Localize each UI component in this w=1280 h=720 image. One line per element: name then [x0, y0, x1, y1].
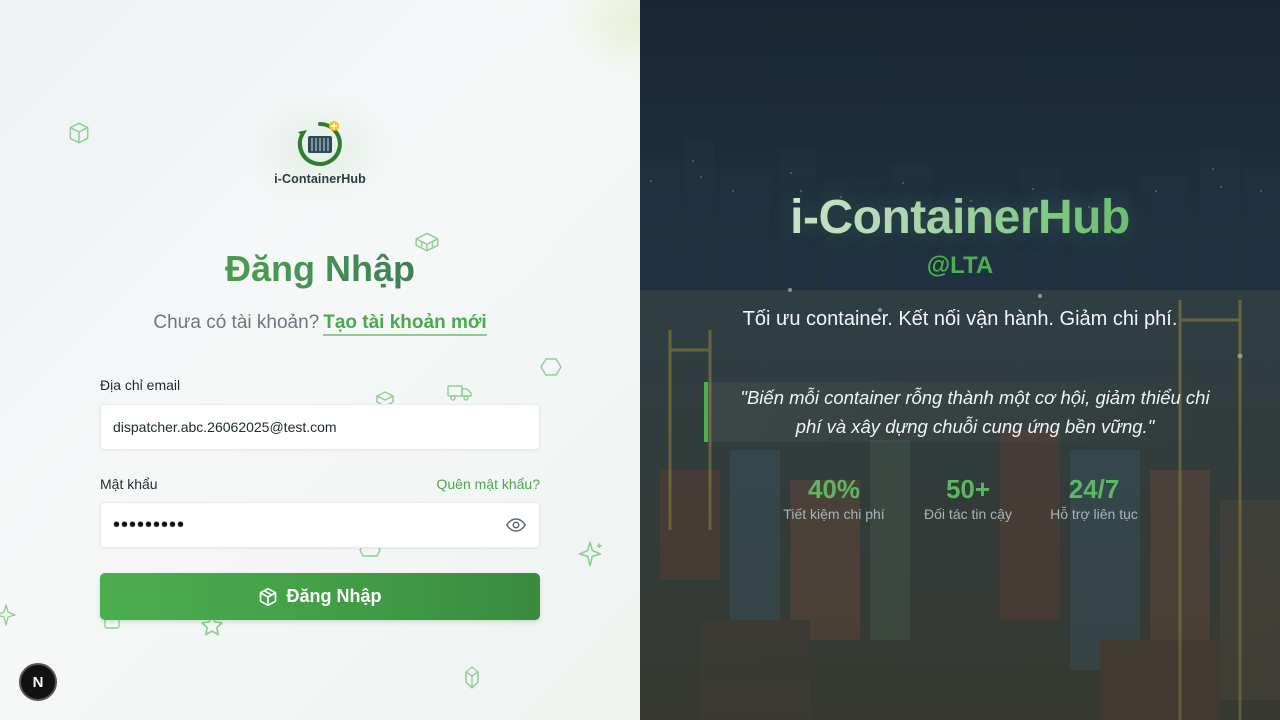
app-logo: i-ContainerHub: [240, 90, 400, 210]
hero-panel: i-ContainerHub @LTA Tối ưu container. Kế…: [640, 0, 1280, 720]
email-field-box: [100, 404, 540, 450]
sparkle-decor-icon: [578, 541, 602, 567]
dev-tools-badge[interactable]: N: [19, 663, 57, 701]
hero-overlay: [640, 0, 1280, 720]
stat-partners: 50+ Đối tác tin cậy: [918, 474, 1018, 522]
stat-label: Tiết kiệm chi phí: [783, 506, 885, 522]
create-account-link[interactable]: Tạo tài khoản mới: [323, 312, 487, 336]
package-icon: [260, 587, 277, 606]
stat-support: 24/7 Hỗ trợ liên tục: [1044, 474, 1144, 522]
email-label: Địa chỉ email: [100, 377, 181, 393]
logo-text: i-ContainerHub: [274, 172, 366, 186]
email-field[interactable]: [113, 419, 527, 435]
password-field-box: •••••••••: [100, 502, 540, 548]
stat-cost-savings: 40% Tiết kiệm chi phí: [778, 474, 890, 522]
hero-brand: i-ContainerHub: [640, 190, 1280, 245]
eye-icon[interactable]: [505, 514, 527, 536]
stat-value: 40%: [807, 474, 861, 504]
hero-brand-sub: @LTA: [926, 252, 994, 279]
login-button-label: Đăng Nhập: [286, 586, 382, 606]
hexagon-decor-icon: [540, 358, 562, 376]
forgot-password-link[interactable]: Quên mật khẩu?: [436, 476, 540, 492]
page-title: Đăng Nhập: [0, 248, 640, 290]
package-decor-icon: [465, 666, 479, 689]
password-field[interactable]: •••••••••: [113, 515, 505, 535]
stat-label: Hỗ trợ liên tục: [1050, 506, 1138, 522]
box-decor-icon: [69, 122, 89, 144]
sparkle-left-decor-icon: [0, 604, 16, 626]
login-panel: i-ContainerHub Đăng Nhập Chưa có tài kho…: [0, 0, 640, 720]
login-button[interactable]: Đăng Nhập: [100, 573, 540, 620]
password-label: Mật khẩu: [100, 476, 158, 492]
stat-label: Đối tác tin cậy: [924, 506, 1012, 522]
hero-tagline: Tối ưu container. Kết nối vận hành. Giảm…: [742, 308, 1178, 330]
container-recycle-logo-icon: [297, 121, 342, 166]
truck-decor-icon: [447, 385, 472, 401]
stat-value: 50+: [945, 474, 991, 504]
no-account-text: Chưa có tài khoản?: [153, 312, 320, 333]
hero-quote: "Biến mỗi container rỗng thành một cơ hộ…: [740, 387, 1210, 437]
stat-value: 24/7: [1068, 474, 1120, 504]
signup-prompt: Chưa có tài khoản? Tạo tài khoản mới: [0, 312, 640, 336]
